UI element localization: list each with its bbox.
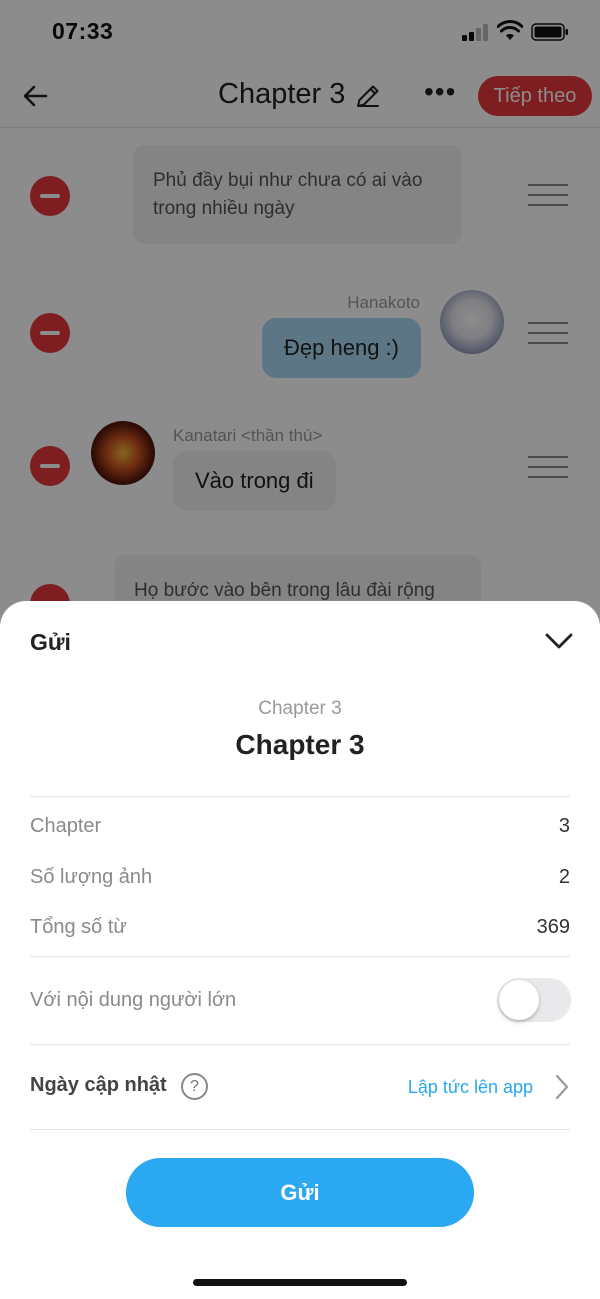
home-indicator [193,1279,407,1286]
adult-content-toggle[interactable] [497,978,571,1022]
info-row-label: Chapter [30,815,102,837]
adult-content-label: Với nội dung người lớn [30,989,237,1011]
info-row-value: 369 [536,916,570,938]
update-date-label: Ngày cập nhật [30,1074,167,1096]
publish-bottom-sheet: Gửi Chapter 3 Chapter 3 Chapter 3 Số lượ… [0,601,600,1299]
update-date-value[interactable]: Lập tức lên app [408,1077,533,1098]
sheet-subtitle: Chapter 3 [258,698,342,719]
divider [30,796,570,797]
divider [30,1129,570,1130]
info-row-label: Tổng số từ [30,916,127,938]
send-button[interactable]: Gửi [126,1158,474,1227]
info-row-value: 2 [558,866,570,888]
sheet-heading: Chapter 3 [235,729,365,760]
info-row-value: 3 [558,815,570,837]
help-icon[interactable]: ? [181,1073,208,1100]
chevron-down-icon[interactable] [542,627,576,655]
divider [30,956,570,957]
divider [30,1044,570,1045]
sheet-title: Gửi [30,629,71,655]
info-row-label: Số lượng ảnh [30,866,153,888]
chevron-right-icon[interactable] [553,1073,571,1101]
toggle-knob [499,980,539,1020]
